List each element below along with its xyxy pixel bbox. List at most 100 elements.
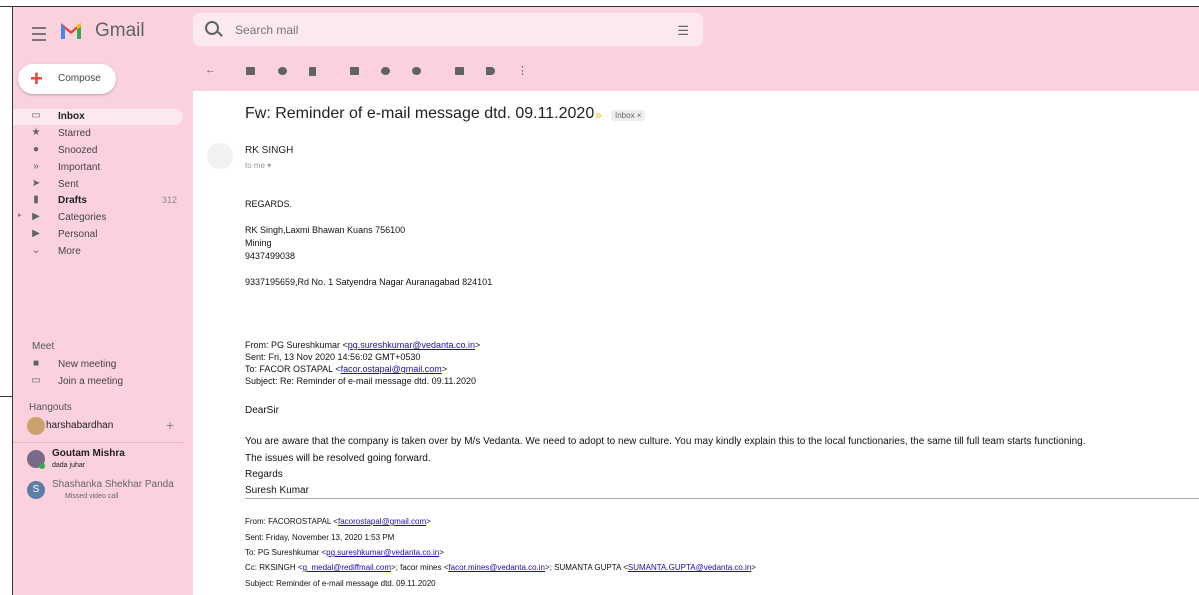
sidebar-item-important[interactable]: » Important <box>13 160 183 176</box>
important-icon: » <box>33 161 39 172</box>
labels-icon[interactable] <box>486 67 495 75</box>
avatar[interactable]: S <box>27 481 45 499</box>
new-meeting-item[interactable]: ■ New meeting <box>13 357 183 373</box>
sidebar-item-label: Important <box>58 162 101 173</box>
label-icon: ▶ <box>32 211 40 222</box>
join-meeting-label: Join a meeting <box>58 376 124 387</box>
report-spam-icon[interactable] <box>278 67 287 75</box>
sidebar-item-label: Inbox <box>58 111 85 122</box>
sidebar-item-label: Starred <box>58 128 91 139</box>
hangouts-contact-status: Missed video call <box>65 493 119 500</box>
email-view: Fw: Reminder of e-mail message dtd. 09.1… <box>193 91 1199 595</box>
gmail-logo-icon[interactable] <box>59 19 83 41</box>
meet-heading: Meet <box>32 341 55 352</box>
forwarded-sent: Sent: Fri, 13 Nov 2020 14:56:02 GMT+0530 <box>245 352 421 362</box>
draft-icon: ▮ <box>33 194 39 205</box>
hangouts-contact-name[interactable]: harshabardhan <box>46 420 113 431</box>
label-icon: ▶ <box>32 228 40 239</box>
avatar[interactable] <box>27 417 45 435</box>
body-line: 9337195659,Rd No. 1 Satyendra Nagar Aura… <box>245 277 493 287</box>
join-meeting-item[interactable]: ▭ Join a meeting <box>13 374 183 390</box>
search-options-icon[interactable]: ☰ <box>677 23 689 39</box>
hangouts-contact-name[interactable]: Goutam Mishra <box>52 448 125 459</box>
sidebar-item-label: Snoozed <box>58 145 98 156</box>
forwarded-cc: Cc: RKSINGH <g_medal@rediffmail.com>; fa… <box>245 563 756 572</box>
sidebar-item-categories[interactable]: ▸ ▶ Categories <box>13 210 183 226</box>
email-link[interactable]: g_medal@rediffmail.com <box>303 563 391 572</box>
sidebar-item-drafts[interactable]: ▮ Drafts 312 <box>13 193 183 209</box>
video-camera-icon: ■ <box>32 358 40 369</box>
body-line: REGARDS. <box>245 199 293 209</box>
sidebar-item-label: Categories <box>58 212 107 223</box>
frame-tick-mid <box>0 396 12 397</box>
main-menu-icon[interactable] <box>32 27 46 41</box>
search-bar[interactable]: ☰ <box>193 13 703 46</box>
clock-icon: ● <box>32 144 40 155</box>
gmail-window: Gmail ☰ + Compose ▭ Inbox ★ Starred ● Sn… <box>12 6 1199 595</box>
sidebar-item-label: Personal <box>58 229 98 240</box>
forwarded-to: To: PG Sureshkumar <pg.sureshkumar@vedan… <box>245 548 444 557</box>
reply-signature: Suresh Kumar <box>245 485 309 496</box>
reply-regards: Regards <box>245 469 283 480</box>
sidebar-item-personal[interactable]: ▶ Personal <box>13 227 183 243</box>
sidebar-item-label: Sent <box>58 179 79 190</box>
snooze-icon[interactable] <box>381 67 390 75</box>
body-line: RK Singh,Laxmi Bhawan Kuans 756100 <box>245 225 406 235</box>
forwarded-from: From: PG Sureshkumar <pg.sureshkumar@ved… <box>245 340 481 350</box>
delete-icon[interactable] <box>309 67 316 76</box>
sidebar-item-label: Drafts <box>58 195 87 206</box>
compose-label: Compose <box>58 73 101 84</box>
sender-name[interactable]: RK SINGH <box>245 145 293 156</box>
divider <box>245 498 1199 499</box>
compose-plus-icon: + <box>30 66 43 91</box>
sender-avatar <box>207 143 233 169</box>
keyboard-icon: ▭ <box>31 375 41 386</box>
add-to-tasks-icon[interactable] <box>412 67 421 75</box>
email-link[interactable]: facorostapal@gmail.com <box>338 517 426 526</box>
back-arrow-icon[interactable]: ← <box>205 64 216 76</box>
important-marker-icon[interactable]: » <box>595 108 602 122</box>
add-contact-icon[interactable]: + <box>166 417 174 433</box>
email-link[interactable]: SUMANTA.GUPTA@vedanta.co.in <box>628 563 751 572</box>
email-link[interactable]: facor.mines@vedanta.co.in <box>448 563 545 572</box>
sidebar-item-inbox[interactable]: ▭ Inbox <box>13 109 183 125</box>
search-icon[interactable] <box>205 21 219 35</box>
reply-line: The issues will be resolved going forwar… <box>245 453 431 464</box>
sidebar-item-snoozed[interactable]: ● Snoozed <box>13 143 183 159</box>
forwarded-subject: Subject: Re: Reminder of e-mail message … <box>245 376 476 386</box>
chevron-down-icon: ⌄ <box>31 245 41 256</box>
drafts-count: 312 <box>161 195 177 205</box>
expand-arrow-icon[interactable]: ▸ <box>18 211 22 219</box>
sidebar-item-sent[interactable]: ➤ Sent <box>13 177 183 193</box>
recipient-details-toggle[interactable]: to me ▾ <box>245 161 271 170</box>
body-line: 9437499038 <box>245 251 296 261</box>
hangouts-contact-name[interactable]: Shashanka Shekhar Panda <box>52 479 174 490</box>
frame-tick-top <box>0 6 12 7</box>
compose-button[interactable]: + Compose <box>18 64 116 94</box>
forwarded-from: From: FACOROSTAPAL <facorostapal@gmail.c… <box>245 517 431 526</box>
app-name[interactable]: Gmail <box>95 20 145 42</box>
email-link[interactable]: pg.sureshkumar@vedanta.co.in <box>326 548 439 557</box>
body-line: Mining <box>245 238 272 248</box>
inbox-icon: ▭ <box>31 110 41 121</box>
divider <box>13 442 183 443</box>
forwarded-subject: Subject: Reminder of e-mail message dtd.… <box>245 579 436 588</box>
forwarded-to: To: FACOR OSTAPAL <facor.ostapal@gmail.c… <box>245 364 448 374</box>
reply-greeting: DearSir <box>245 405 279 416</box>
email-link[interactable]: pg.sureshkumar@vedanta.co.in <box>348 340 475 350</box>
online-status-icon <box>39 463 45 469</box>
send-icon: ➤ <box>31 178 41 189</box>
sidebar-item-starred[interactable]: ★ Starred <box>13 126 183 142</box>
email-link[interactable]: facor.ostapal@gmail.com <box>341 364 442 374</box>
more-options-icon[interactable]: ⋮ <box>517 64 528 77</box>
hangouts-contact-status: dada juhar <box>52 462 86 469</box>
hangouts-heading: Hangouts <box>29 402 72 413</box>
forwarded-sent: Sent: Friday, November 13, 2020 1:53 PM <box>245 533 395 542</box>
move-to-icon[interactable] <box>455 67 464 75</box>
inbox-label-badge[interactable]: Inbox × <box>611 110 646 121</box>
search-input[interactable] <box>233 20 637 40</box>
sidebar-item-more[interactable]: ⌄ More <box>13 244 183 260</box>
archive-icon[interactable] <box>246 67 255 75</box>
email-subject: Fw: Reminder of e-mail message dtd. 09.1… <box>245 105 595 122</box>
mark-unread-icon[interactable] <box>350 67 359 75</box>
